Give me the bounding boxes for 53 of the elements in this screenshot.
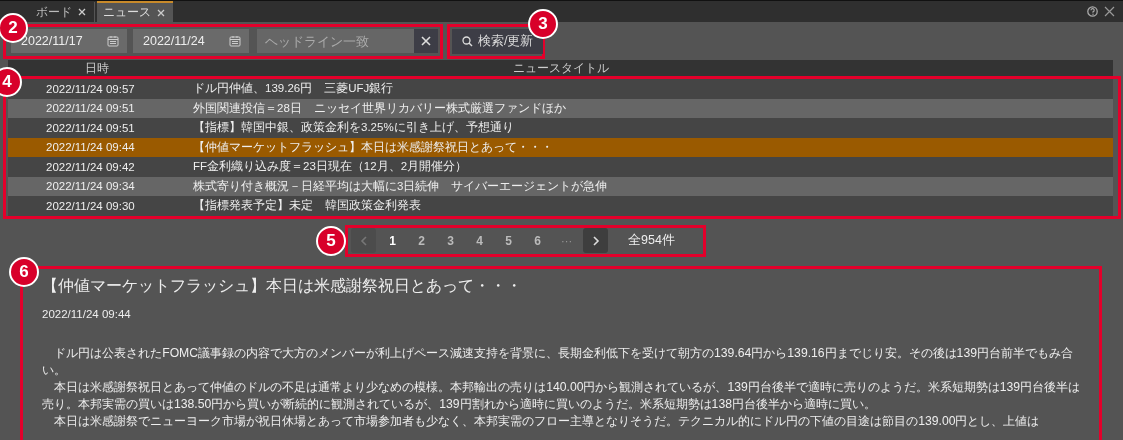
title-cell-text: 【指標発表予定】未定 韓国政策金利発表 [193, 198, 422, 214]
callout-badge: 5 [316, 225, 347, 256]
title-cell-text: 【仲値マーケットフラッシュ】本日は米感謝祭祝日とあって・・・ [193, 139, 554, 155]
page-link[interactable]: 2 [409, 233, 435, 248]
calendar-icon[interactable] [107, 35, 119, 47]
article-paragraph: ドル円は公表されたFOMC議事録の内容で大方のメンバーが利上げペース減速支持を背景に、長期金利低下を受けて朝方の139.64円から139.16円までじり安。その後は139円台前半でもみ合い。 [42, 344, 1074, 379]
news-row[interactable]: 2022/11/24 09:51 【指標】韓国中銀、政策金利を3.25%に引き上げ、予想通り [8, 118, 1113, 138]
search-button[interactable]: 検索/更新 [452, 28, 544, 54]
news-row[interactable]: 2022/11/24 09:30 【指標発表予定】未定 韓国政策金利発表 [8, 196, 1113, 216]
time-cell-text: 2022/11/24 09:51 [45, 121, 136, 134]
time-cell-text: 2022/11/24 09:34 [45, 180, 136, 193]
callout-badge: 6 [9, 256, 39, 287]
calendar-icon[interactable] [229, 35, 241, 47]
news-row[interactable]: 2022/11/24 09:51 外国関連投信＝28日 ニッセイ世界リカバリー株式厳選ファンドほか [8, 98, 1113, 118]
next-page-button[interactable] [583, 228, 609, 253]
article-time: 2022/11/24 09:44 [42, 307, 132, 320]
column-header[interactable]: ニュースタイトル [512, 61, 609, 74]
close-icon[interactable] [1104, 6, 1115, 17]
search-icon [462, 35, 473, 47]
time-cell-text: 2022/11/24 09:57 [45, 82, 136, 95]
news-row[interactable]: 2022/11/24 09:44 【仲値マーケットフラッシュ】本日は米感謝祭祝日とあって・・・ [8, 137, 1113, 157]
time-cell-text: 2022/11/24 09:44 [45, 141, 136, 154]
tab[interactable]: ニュース [97, 1, 173, 22]
article-paragraph: 本日は米感謝祭祝日とあって仲値のドルの不足は通常より少なめの模様。本邦輸出の売りは140.00円から観測されているが、139円台後半で適時に売りのようだ。米系短期勢は139円台後半は売り。本邦実需の買いは138.50円から買いが断続的に観測されているが、139円割れから適時に買いのようだ。米系短期勢は138円台後半から適時に買い。 [42, 378, 1082, 413]
page-link[interactable]: 1 [380, 233, 406, 248]
article-title: 【仲値マーケットフラッシュ】本日は米感謝祭祝日とあって・・・ [42, 275, 523, 296]
title-cell-text: 株式寄り付き概況－日経平均は大幅に3日続伸 サイバーエージェントが急伸 [193, 178, 609, 194]
clear-button[interactable] [414, 29, 438, 53]
page-link[interactable]: 4 [467, 233, 493, 248]
title-cell-text: 外国関連投信＝28日 ニッセイ世界リカバリー株式厳選ファンドほか [193, 100, 567, 116]
time-cell-text: 2022/11/24 09:51 [45, 102, 136, 115]
page-link[interactable]: 3 [438, 233, 464, 248]
news-row[interactable]: 2022/11/24 09:42 FF金利織り込み度＝23日現在（12月、2月開催分） [8, 157, 1113, 177]
help-icon[interactable] [1087, 6, 1098, 17]
close-icon[interactable] [78, 8, 86, 16]
page-link[interactable]: 6 [525, 233, 551, 248]
time-cell-text: 2022/11/24 09:42 [45, 160, 136, 173]
news-row[interactable]: 2022/11/24 09:34 株式寄り付き概況－日経平均は大幅に3日続伸 サイバーエージェントが急伸 [8, 176, 1113, 196]
article-paragraph: 本日は米感謝祭でニューヨーク市場が祝日休場とあって市場参加者も少なく、本邦実需のフロー主導となりそうだ。テクニカル的にドル円の下値の目途は節目の139.00円とし、上値は [53, 412, 1041, 430]
chevron-left-icon [359, 234, 368, 247]
total-count: 全954件 [628, 232, 675, 249]
column-header[interactable]: 日時 [85, 61, 109, 74]
close-icon [421, 36, 431, 46]
date-field[interactable]: 2022/11/24 [133, 29, 249, 53]
callout-badge: 4 [0, 67, 22, 97]
close-icon[interactable] [157, 8, 165, 17]
page-link[interactable]: 5 [496, 233, 522, 248]
title-cell-text: 【指標】韓国中銀、政策金利を3.25%に引き上げ、予想通り [193, 120, 515, 136]
time-cell-text: 2022/11/24 09:30 [45, 199, 136, 212]
title-cell-text: FF金利織り込み度＝23日現在（12月、2月開催分） [193, 159, 469, 175]
ellipsis: ··· [560, 234, 574, 247]
title-cell-text: ドル円仲値、139.26円 三菱UFJ銀行 [193, 81, 395, 97]
chevron-right-icon [591, 234, 600, 247]
